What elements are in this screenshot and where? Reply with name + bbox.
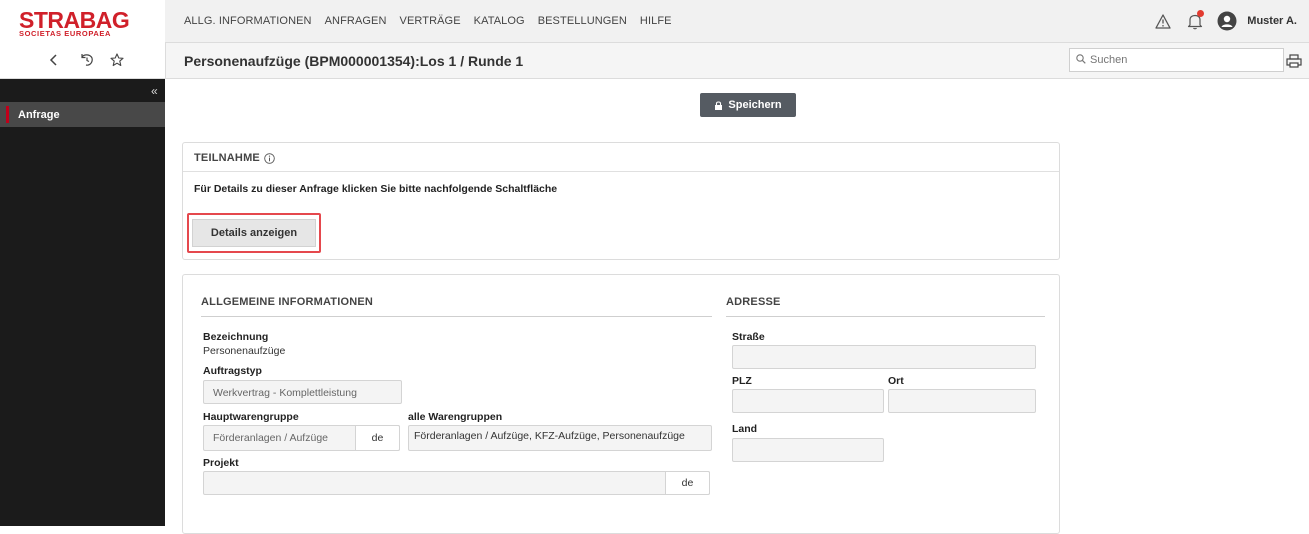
- auftragstyp-field[interactable]: Werkvertrag - Komplettleistung: [203, 380, 402, 404]
- search-input[interactable]: [1090, 51, 1270, 69]
- bezeichnung-value: Personenaufzüge: [203, 345, 286, 357]
- menu-item-vertraege[interactable]: VERTRÄGE: [400, 15, 461, 27]
- warning-icon[interactable]: [1151, 9, 1175, 33]
- menu-item-allg-informationen[interactable]: ALLG. INFORMATIONEN: [184, 15, 312, 27]
- notification-bell-icon[interactable]: [1183, 9, 1207, 33]
- top-navigation-bar: ALLG. INFORMATIONEN ANFRAGEN VERTRÄGE KA…: [165, 0, 1309, 43]
- strasse-label: Straße: [732, 331, 765, 343]
- teilnahme-card: TEILNAHME Für Details zu dieser Anfrage …: [182, 142, 1060, 260]
- auftragstyp-value: Werkvertrag - Komplettleistung: [213, 387, 357, 399]
- section-divider: [726, 316, 1045, 317]
- logo-text: STRABAG: [19, 7, 130, 33]
- projekt-label: Projekt: [203, 457, 239, 469]
- adresse-title: ADRESSE: [726, 296, 781, 308]
- land-field[interactable]: [732, 438, 884, 462]
- info-icon[interactable]: [264, 151, 275, 169]
- user-name[interactable]: Muster A.: [1247, 15, 1297, 27]
- details-anzeigen-button[interactable]: Details anzeigen: [192, 219, 316, 247]
- back-icon[interactable]: [46, 52, 62, 68]
- quick-actions: [0, 43, 165, 79]
- projekt-field[interactable]: de: [203, 471, 710, 495]
- logo[interactable]: STRABAG SOCIETAS EUROPAEA: [0, 0, 165, 42]
- menu-item-hilfe[interactable]: HILFE: [640, 15, 672, 27]
- search-box[interactable]: [1069, 48, 1284, 72]
- sidebar-item-anfrage[interactable]: Anfrage: [0, 102, 165, 127]
- plz-label: PLZ: [732, 375, 752, 387]
- alle-warengruppen-field[interactable]: Förderanlagen / Aufzüge, KFZ-Aufzüge, Pe…: [408, 425, 712, 451]
- history-icon[interactable]: [79, 52, 95, 68]
- alle-warengruppen-value: Förderanlagen / Aufzüge, KFZ-Aufzüge, Pe…: [414, 430, 685, 442]
- teilnahme-card-header: TEILNAHME: [183, 143, 1059, 172]
- sidebar-item-label: Anfrage: [18, 109, 60, 121]
- topbar-actions: Muster A.: [1143, 9, 1297, 33]
- collapse-sidebar-icon[interactable]: «: [151, 84, 158, 98]
- page-title-bar: Personenaufzüge (BPM000001354):Los 1 / R…: [165, 43, 1309, 79]
- projekt-language-button[interactable]: de: [665, 471, 710, 495]
- section-divider: [201, 316, 712, 317]
- menu-item-anfragen[interactable]: ANFRAGEN: [325, 15, 387, 27]
- allgemeine-informationen-title: ALLGEMEINE INFORMATIONEN: [201, 296, 374, 308]
- teilnahme-instructions: Für Details zu dieser Anfrage klicken Si…: [194, 183, 558, 195]
- strasse-field[interactable]: [732, 345, 1036, 369]
- page-title: Personenaufzüge (BPM000001354):Los 1 / R…: [184, 53, 524, 69]
- search-icon: [1076, 54, 1086, 64]
- hauptwarengruppe-value: Förderanlagen / Aufzüge: [213, 432, 328, 444]
- logo-subtext: SOCIETAS EUROPAEA: [19, 29, 112, 38]
- save-button-label: Speichern: [728, 99, 782, 111]
- sidebar: « Anfrage: [0, 79, 165, 526]
- print-icon[interactable]: [1286, 54, 1302, 73]
- main-content: Speichern TEILNAHME Für Details zu diese…: [166, 79, 1309, 534]
- ort-field[interactable]: [888, 389, 1036, 413]
- teilnahme-title: TEILNAHME: [194, 152, 260, 164]
- user-avatar-icon[interactable]: [1215, 9, 1239, 33]
- hauptwarengruppe-field[interactable]: Förderanlagen / Aufzüge de: [203, 425, 400, 451]
- land-label: Land: [732, 423, 758, 435]
- bezeichnung-label: Bezeichnung: [203, 331, 269, 343]
- general-information-card: ALLGEMEINE INFORMATIONEN Bezeichnung Per…: [182, 274, 1060, 534]
- hauptwarengruppe-label: Hauptwarengruppe: [203, 411, 299, 423]
- hauptwarengruppe-language-button[interactable]: de: [355, 425, 400, 451]
- auftragstyp-label: Auftragstyp: [203, 365, 262, 377]
- main-menu: ALLG. INFORMATIONEN ANFRAGEN VERTRÄGE KA…: [184, 15, 685, 27]
- plz-field[interactable]: [732, 389, 884, 413]
- save-button[interactable]: Speichern: [700, 93, 796, 117]
- lock-icon: [715, 100, 723, 110]
- ort-label: Ort: [888, 375, 904, 387]
- menu-item-katalog[interactable]: KATALOG: [474, 15, 525, 27]
- favorite-star-icon[interactable]: [109, 52, 125, 68]
- menu-item-bestellungen[interactable]: BESTELLUNGEN: [538, 15, 627, 27]
- details-button-highlight: Details anzeigen: [187, 213, 321, 253]
- active-indicator: [6, 106, 9, 123]
- alle-warengruppen-label: alle Warengruppen: [408, 411, 503, 423]
